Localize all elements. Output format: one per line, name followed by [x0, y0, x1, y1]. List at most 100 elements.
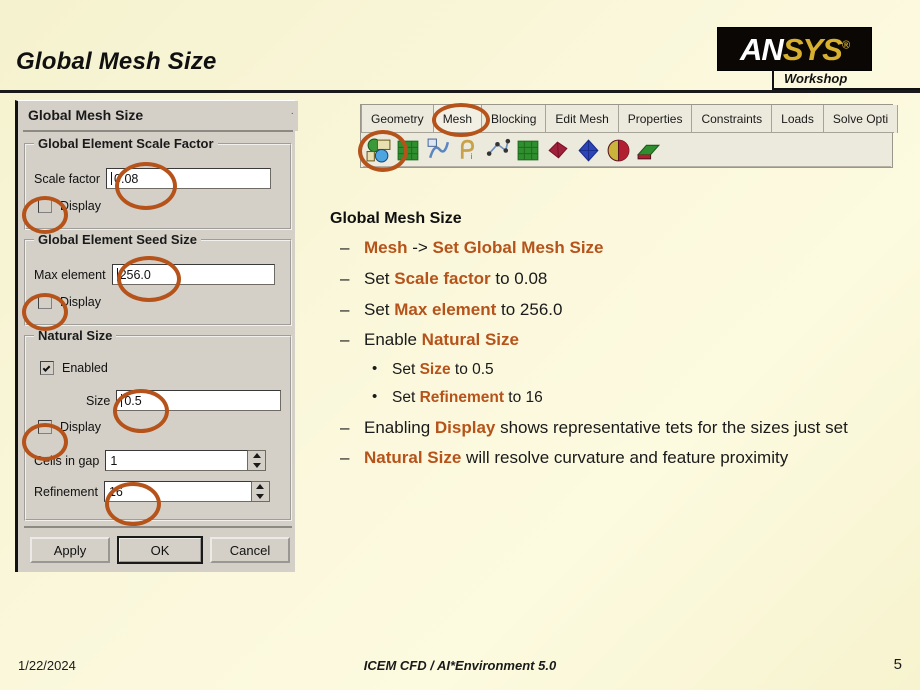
content-heading: Global Mesh Size: [330, 210, 462, 227]
global-mesh-setup-icon[interactable]: [365, 137, 392, 164]
tab-label: Properties: [627, 112, 683, 126]
bullet-text: shows representative tets for the sizes …: [495, 417, 848, 437]
enabled-checkbox[interactable]: [40, 361, 54, 375]
stepper-down-icon[interactable]: [256, 493, 265, 499]
global-mesh-size-dialog[interactable]: Global Mesh Size · Global Element Scale …: [15, 100, 298, 572]
tab-loads[interactable]: Loads: [772, 105, 824, 133]
cells-in-gap-input[interactable]: 1: [105, 450, 249, 471]
cancel-button[interactable]: Cancel: [210, 537, 290, 563]
bullet-highlight-text: Natural Size: [421, 330, 519, 350]
bullet-text: to 256.0: [496, 299, 563, 319]
logo-subtitle: Workshop: [784, 71, 848, 86]
tetra-mesh-icon-glyph: [607, 139, 630, 161]
dialog-title-marker: ·: [290, 108, 294, 119]
scale-factor-value: 0.08: [114, 171, 139, 186]
compute-mesh-icon[interactable]: [515, 137, 542, 164]
tab-strip-divider: [361, 132, 894, 133]
text-caret: [111, 172, 113, 185]
display-label-seed-size: Display: [60, 295, 101, 309]
tab-label: Loads: [781, 112, 814, 126]
checkbox-row-display-scale[interactable]: Display: [38, 199, 101, 213]
bullet-highlight-text: Mesh: [364, 238, 408, 257]
prism-mesh-icon[interactable]: [635, 137, 662, 164]
tab-strip: Geometry Mesh Blocking Edit Mesh Properties C…: [361, 105, 899, 133]
tab-solve-opti[interactable]: Solve Opti: [823, 105, 899, 133]
tab-label: Edit Mesh: [555, 112, 609, 126]
display-label-natural-size: Display: [60, 420, 101, 434]
mesh-density-icon[interactable]: [485, 137, 512, 164]
bullet-highlight-text: Refinement: [419, 388, 504, 406]
ansys-logo: ANSYS®: [718, 28, 871, 70]
part-mesh-setup-icon[interactable]: [395, 137, 422, 164]
curve-mesh-setup-icon[interactable]: [425, 137, 452, 164]
volume-mesh-icon[interactable]: [545, 137, 572, 164]
curve-mesh-setup-icon-glyph: [427, 138, 450, 158]
surface-mesh-setup-icon[interactable]: i: [455, 137, 482, 164]
bullet-highlight-text: Set Global Mesh Size: [432, 238, 604, 257]
refinement-input[interactable]: 16: [103, 481, 252, 502]
display-checkbox-seed-size[interactable]: [38, 295, 52, 309]
max-element-input[interactable]: 256.0: [111, 264, 275, 285]
global-mesh-setup-icon-glyph: [366, 138, 391, 162]
bullet-dash-icon: –: [340, 417, 350, 437]
dialog-button-divider: [24, 526, 292, 528]
compute-mesh-icon-glyph: [517, 140, 539, 160]
size-input[interactable]: 0.5: [116, 390, 282, 411]
bullet-dash-icon: –: [340, 448, 350, 468]
display-checkbox-scale-factor[interactable]: [38, 199, 52, 213]
stepper-up-icon[interactable]: [252, 453, 261, 459]
display-checkbox-natural-size[interactable]: [38, 420, 52, 434]
bullet-dash-icon: –: [340, 330, 350, 350]
footer-product: ICEM CFD / AI*Environment 5.0: [363, 658, 557, 673]
logo-divider: [772, 70, 774, 88]
bullet-text: will resolve curvature and feature proxi…: [461, 448, 789, 468]
bullet-item: • Set Refinement to 16: [330, 388, 910, 408]
max-element-label: Max element: [34, 267, 106, 282]
volume-mesh-icon-glyph: [548, 141, 568, 158]
field-row-refinement: Refinement 16: [34, 481, 270, 502]
toolbar-divider: [363, 166, 891, 167]
stepper-up-icon[interactable]: [256, 484, 265, 490]
checkbox-row-display-natural[interactable]: Display: [38, 420, 101, 434]
tab-constraints[interactable]: Constraints: [692, 105, 773, 133]
surface-mesh-setup-icon-glyph: i: [460, 139, 475, 160]
bullet-item: – Set Max element to 256.0: [330, 299, 910, 321]
bullet-highlight-text: Display: [434, 417, 496, 437]
tab-mesh[interactable]: Mesh: [433, 105, 483, 133]
bullet-dash-icon: –: [340, 238, 350, 257]
ansys-logo-text: ANSYS®: [740, 34, 850, 65]
refinement-stepper[interactable]: [251, 481, 270, 502]
checkbox-row-enabled[interactable]: Enabled: [40, 361, 108, 375]
group-global-element-seed-size: Global Element Seed Size Max element 256…: [24, 232, 292, 326]
tab-geometry[interactable]: Geometry: [361, 105, 434, 133]
bullet-highlight-text: Max element: [394, 299, 497, 319]
tab-properties[interactable]: Properties: [618, 105, 693, 133]
bullet-text: Enabling: [364, 417, 435, 437]
size-label: Size: [86, 393, 111, 408]
tetra-mesh-icon[interactable]: [605, 137, 632, 164]
page-title: Global Mesh Size: [16, 48, 217, 75]
hexa-mesh-icon-glyph: [578, 138, 599, 162]
bullet-text: to 0.08: [490, 268, 548, 288]
field-row-size: Size 0.5: [86, 390, 282, 411]
ok-button[interactable]: OK: [117, 536, 203, 564]
hexa-mesh-icon[interactable]: [575, 137, 602, 164]
bullet-text: to 0.5: [450, 361, 494, 378]
tab-edit-mesh[interactable]: Edit Mesh: [546, 105, 619, 133]
scale-factor-input[interactable]: 0.08: [106, 168, 272, 189]
stepper-down-icon[interactable]: [252, 462, 261, 468]
bullet-text: Set: [392, 361, 420, 378]
dialog-title-divider: [23, 130, 293, 132]
field-row-max-element: Max element 256.0: [34, 264, 275, 285]
part-mesh-setup-icon-glyph: [397, 140, 419, 160]
apply-button[interactable]: Apply: [30, 537, 110, 563]
tab-blocking[interactable]: Blocking: [482, 105, 547, 133]
cells-in-gap-stepper[interactable]: [248, 450, 267, 471]
slide-footer: 1/22/2024 ICEM CFD / AI*Environment 5.0 …: [0, 652, 920, 690]
group-label-scale-factor: Global Element Scale Factor: [34, 136, 218, 151]
checkbox-row-display-seed[interactable]: Display: [38, 295, 101, 309]
bullet-list: – Mesh -> Set Global Mesh Size – Set Scale …: [330, 237, 910, 469]
text-caret: [116, 268, 118, 281]
bullet-item: – Enabling Display shows representative t…: [330, 417, 910, 439]
mesh-toolbar: i: [365, 135, 662, 165]
